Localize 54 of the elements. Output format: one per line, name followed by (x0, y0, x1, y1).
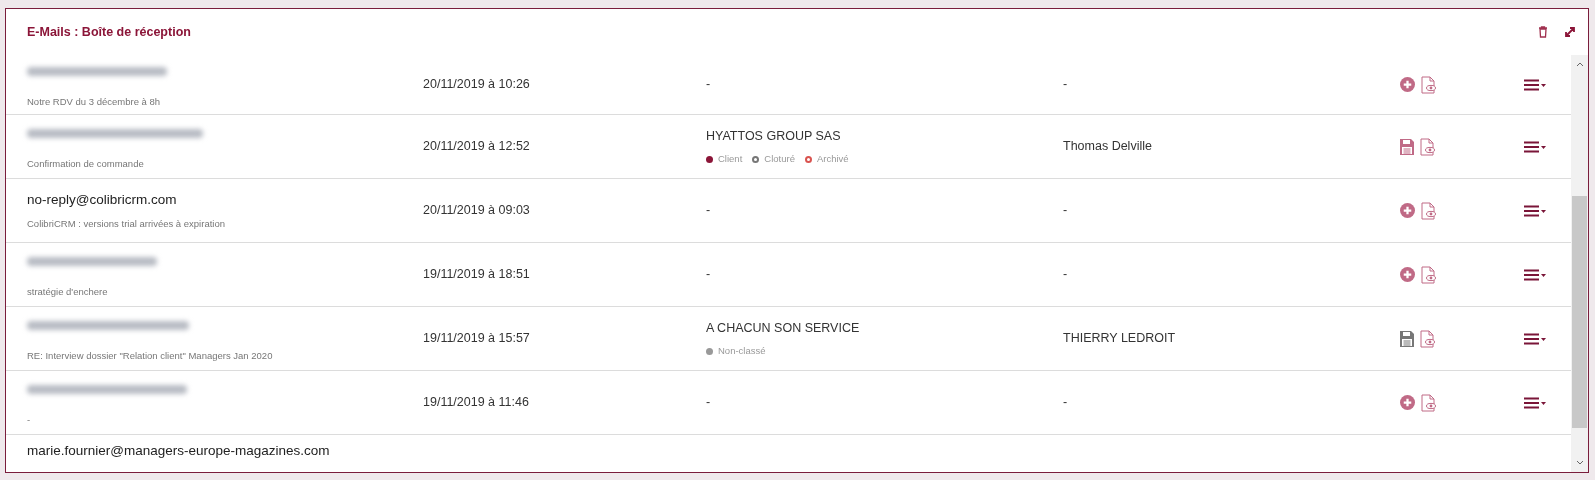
expand-icon[interactable] (1564, 26, 1576, 38)
email-date: 20/11/2019 à 12:52 (423, 139, 530, 154)
document-eye-icon[interactable] (1421, 393, 1437, 412)
company-name: A CHACUN SON SERVICE (706, 319, 861, 337)
add-icon[interactable] (1400, 203, 1415, 218)
email-date: 20/11/2019 à 10:26 (423, 77, 530, 92)
menu-button[interactable] (1524, 268, 1546, 281)
menu-button[interactable] (1524, 140, 1546, 153)
status-label: Client (718, 152, 743, 167)
status-label: Archivé (816, 152, 849, 167)
company-name: - (706, 76, 712, 94)
contact-name: - (1063, 203, 1068, 218)
status-label: Cloturé (764, 152, 795, 167)
contact-name: - (1063, 395, 1068, 410)
contact-name: - (1063, 267, 1068, 282)
document-eye-icon[interactable] (1421, 201, 1437, 220)
sender-email: no-reply@colibricrm.com (27, 191, 178, 209)
company-name: - (706, 202, 712, 220)
company-name: - (706, 394, 712, 412)
email-subject: ColibriCRM : versions trial arrivées à expiration (27, 218, 226, 230)
save-icon[interactable] (1400, 330, 1414, 347)
document-eye-icon[interactable] (1420, 329, 1436, 348)
email-date: 19/11/2019 à 18:51 (423, 267, 530, 282)
menu-button[interactable] (1524, 332, 1546, 345)
scroll-up-icon[interactable] (1575, 61, 1584, 67)
email-subject: stratégie d'enchere (27, 285, 109, 298)
email-date: 19/11/2019 à 11:46 (423, 395, 529, 410)
add-icon[interactable] (1400, 267, 1415, 282)
sender-email: marie.fournier@managers-europe-magazines.com (27, 442, 331, 460)
contact-name: Thomas Delville (1063, 139, 1152, 154)
email-date: 19/11/2019 à 15:57 (423, 331, 530, 346)
contact-name: - (1063, 77, 1068, 92)
email-subject: RE: Interview dossier "Relation client" Managers Jan 2020 (27, 349, 274, 362)
trash-icon[interactable] (1538, 26, 1548, 38)
company-name: - (706, 266, 712, 284)
status-label: Non-classé (718, 344, 766, 359)
menu-button[interactable] (1524, 78, 1546, 91)
company-name: HYATTOS GROUP SAS (706, 127, 842, 145)
panel-title: E-Mails : Boîte de réception (27, 23, 191, 41)
email-subject: Notre RDV du 3 décembre à 8h (27, 95, 162, 108)
document-eye-icon[interactable] (1421, 75, 1437, 94)
menu-button[interactable] (1524, 396, 1546, 409)
email-subject: Confirmation de commande (27, 157, 145, 170)
document-eye-icon[interactable] (1421, 265, 1437, 284)
add-icon[interactable] (1400, 395, 1415, 410)
add-icon[interactable] (1400, 77, 1415, 92)
save-icon[interactable] (1400, 138, 1414, 155)
scrollbar[interactable] (1571, 55, 1588, 472)
email-subject: - (27, 413, 32, 426)
scroll-down-icon[interactable] (1575, 460, 1584, 466)
contact-name: THIERRY LEDROIT (1063, 331, 1176, 346)
document-eye-icon[interactable] (1420, 137, 1436, 156)
email-date: 20/11/2019 à 09:03 (423, 203, 530, 218)
menu-button[interactable] (1524, 204, 1546, 217)
